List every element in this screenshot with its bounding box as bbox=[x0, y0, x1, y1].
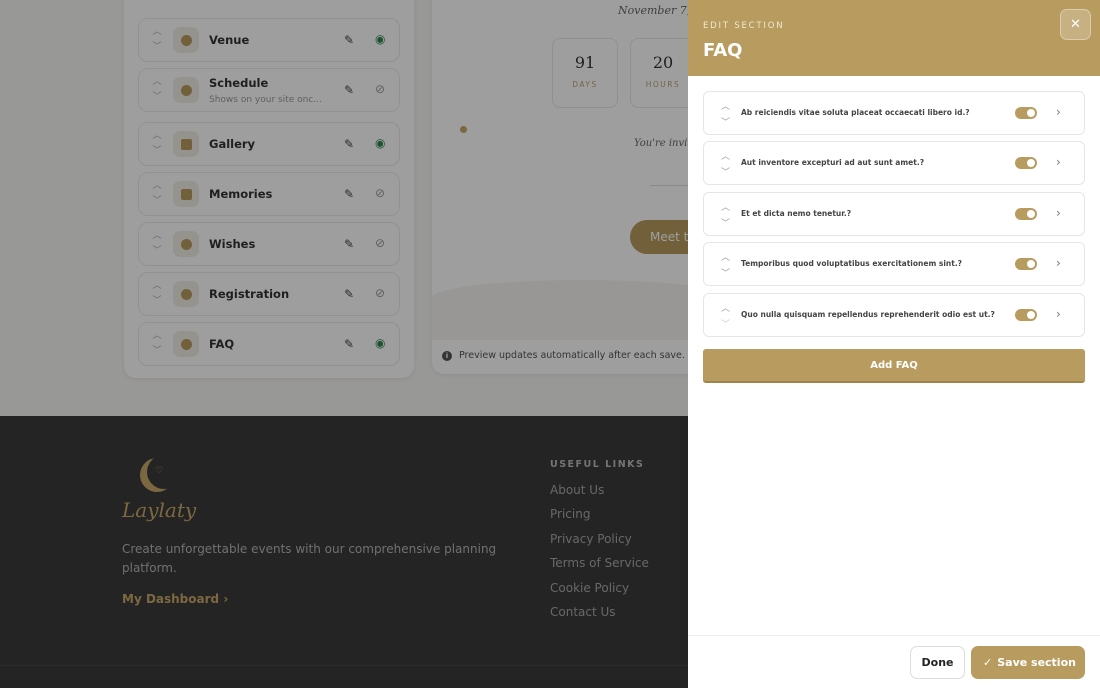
chevron-up-icon[interactable]: ︿ bbox=[721, 149, 730, 162]
faq-question: Temporibus quod voluptatibus exercitatio… bbox=[741, 259, 963, 268]
chevron-up-icon[interactable]: ︿ bbox=[721, 200, 730, 213]
chevron-up-icon[interactable]: ︿ bbox=[721, 99, 730, 112]
chevron-down-icon[interactable]: ﹀ bbox=[721, 165, 730, 178]
chevron-right-icon[interactable]: › bbox=[1056, 307, 1061, 321]
close-button[interactable]: ✕ bbox=[1060, 9, 1091, 40]
save-section-button[interactable]: ✓ Save section bbox=[971, 646, 1085, 679]
close-icon: ✕ bbox=[1070, 17, 1081, 32]
faq-visibility-toggle[interactable] bbox=[1015, 107, 1037, 119]
chevron-down-icon[interactable]: ﹀ bbox=[721, 216, 730, 229]
chevron-right-icon[interactable]: › bbox=[1056, 206, 1061, 220]
faq-question: Quo nulla quisquam repellendus reprehend… bbox=[741, 310, 995, 319]
chevron-down-icon[interactable]: ﹀ bbox=[721, 317, 730, 330]
chevron-up-icon[interactable]: ︿ bbox=[721, 250, 730, 263]
faq-visibility-toggle[interactable] bbox=[1015, 157, 1037, 169]
faq-visibility-toggle[interactable] bbox=[1015, 208, 1037, 220]
check-icon: ✓ bbox=[983, 656, 993, 669]
drawer-eyebrow: EDIT SECTION bbox=[703, 21, 785, 31]
faq-visibility-toggle[interactable] bbox=[1015, 309, 1037, 321]
faq-item[interactable]: ︿ ﹀ Et et dicta nemo tenetur.? › bbox=[703, 192, 1085, 236]
chevron-down-icon[interactable]: ﹀ bbox=[721, 115, 730, 128]
done-button[interactable]: Done bbox=[910, 646, 965, 679]
chevron-right-icon[interactable]: › bbox=[1056, 105, 1061, 119]
faq-item[interactable]: ︿ ﹀ Quo nulla quisquam repellendus repre… bbox=[703, 293, 1085, 337]
chevron-down-icon[interactable]: ﹀ bbox=[721, 266, 730, 279]
faq-question: Aut inventore excepturi ad aut sunt amet… bbox=[741, 158, 925, 167]
drawer-title: FAQ bbox=[703, 40, 743, 61]
add-faq-button[interactable]: Add FAQ bbox=[703, 349, 1085, 383]
drawer-header: EDIT SECTION FAQ ✕ bbox=[688, 0, 1100, 76]
save-section-label: Save section bbox=[997, 656, 1076, 669]
drawer-footer: Done ✓ Save section bbox=[688, 635, 1100, 688]
faq-question: Et et dicta nemo tenetur.? bbox=[741, 209, 852, 218]
faq-visibility-toggle[interactable] bbox=[1015, 258, 1037, 270]
faq-item[interactable]: ︿ ﹀ Temporibus quod voluptatibus exercit… bbox=[703, 242, 1085, 286]
faq-item[interactable]: ︿ ﹀ Aut inventore excepturi ad aut sunt … bbox=[703, 141, 1085, 185]
edit-section-drawer: EDIT SECTION FAQ ✕ ︿ ﹀ Ab reiciendis vit… bbox=[688, 0, 1100, 688]
chevron-right-icon[interactable]: › bbox=[1056, 256, 1061, 270]
faq-question: Ab reiciendis vitae soluta placeat occae… bbox=[741, 108, 970, 117]
chevron-up-icon[interactable]: ︿ bbox=[721, 301, 730, 314]
chevron-right-icon[interactable]: › bbox=[1056, 155, 1061, 169]
faq-item[interactable]: ︿ ﹀ Ab reiciendis vitae soluta placeat o… bbox=[703, 91, 1085, 135]
